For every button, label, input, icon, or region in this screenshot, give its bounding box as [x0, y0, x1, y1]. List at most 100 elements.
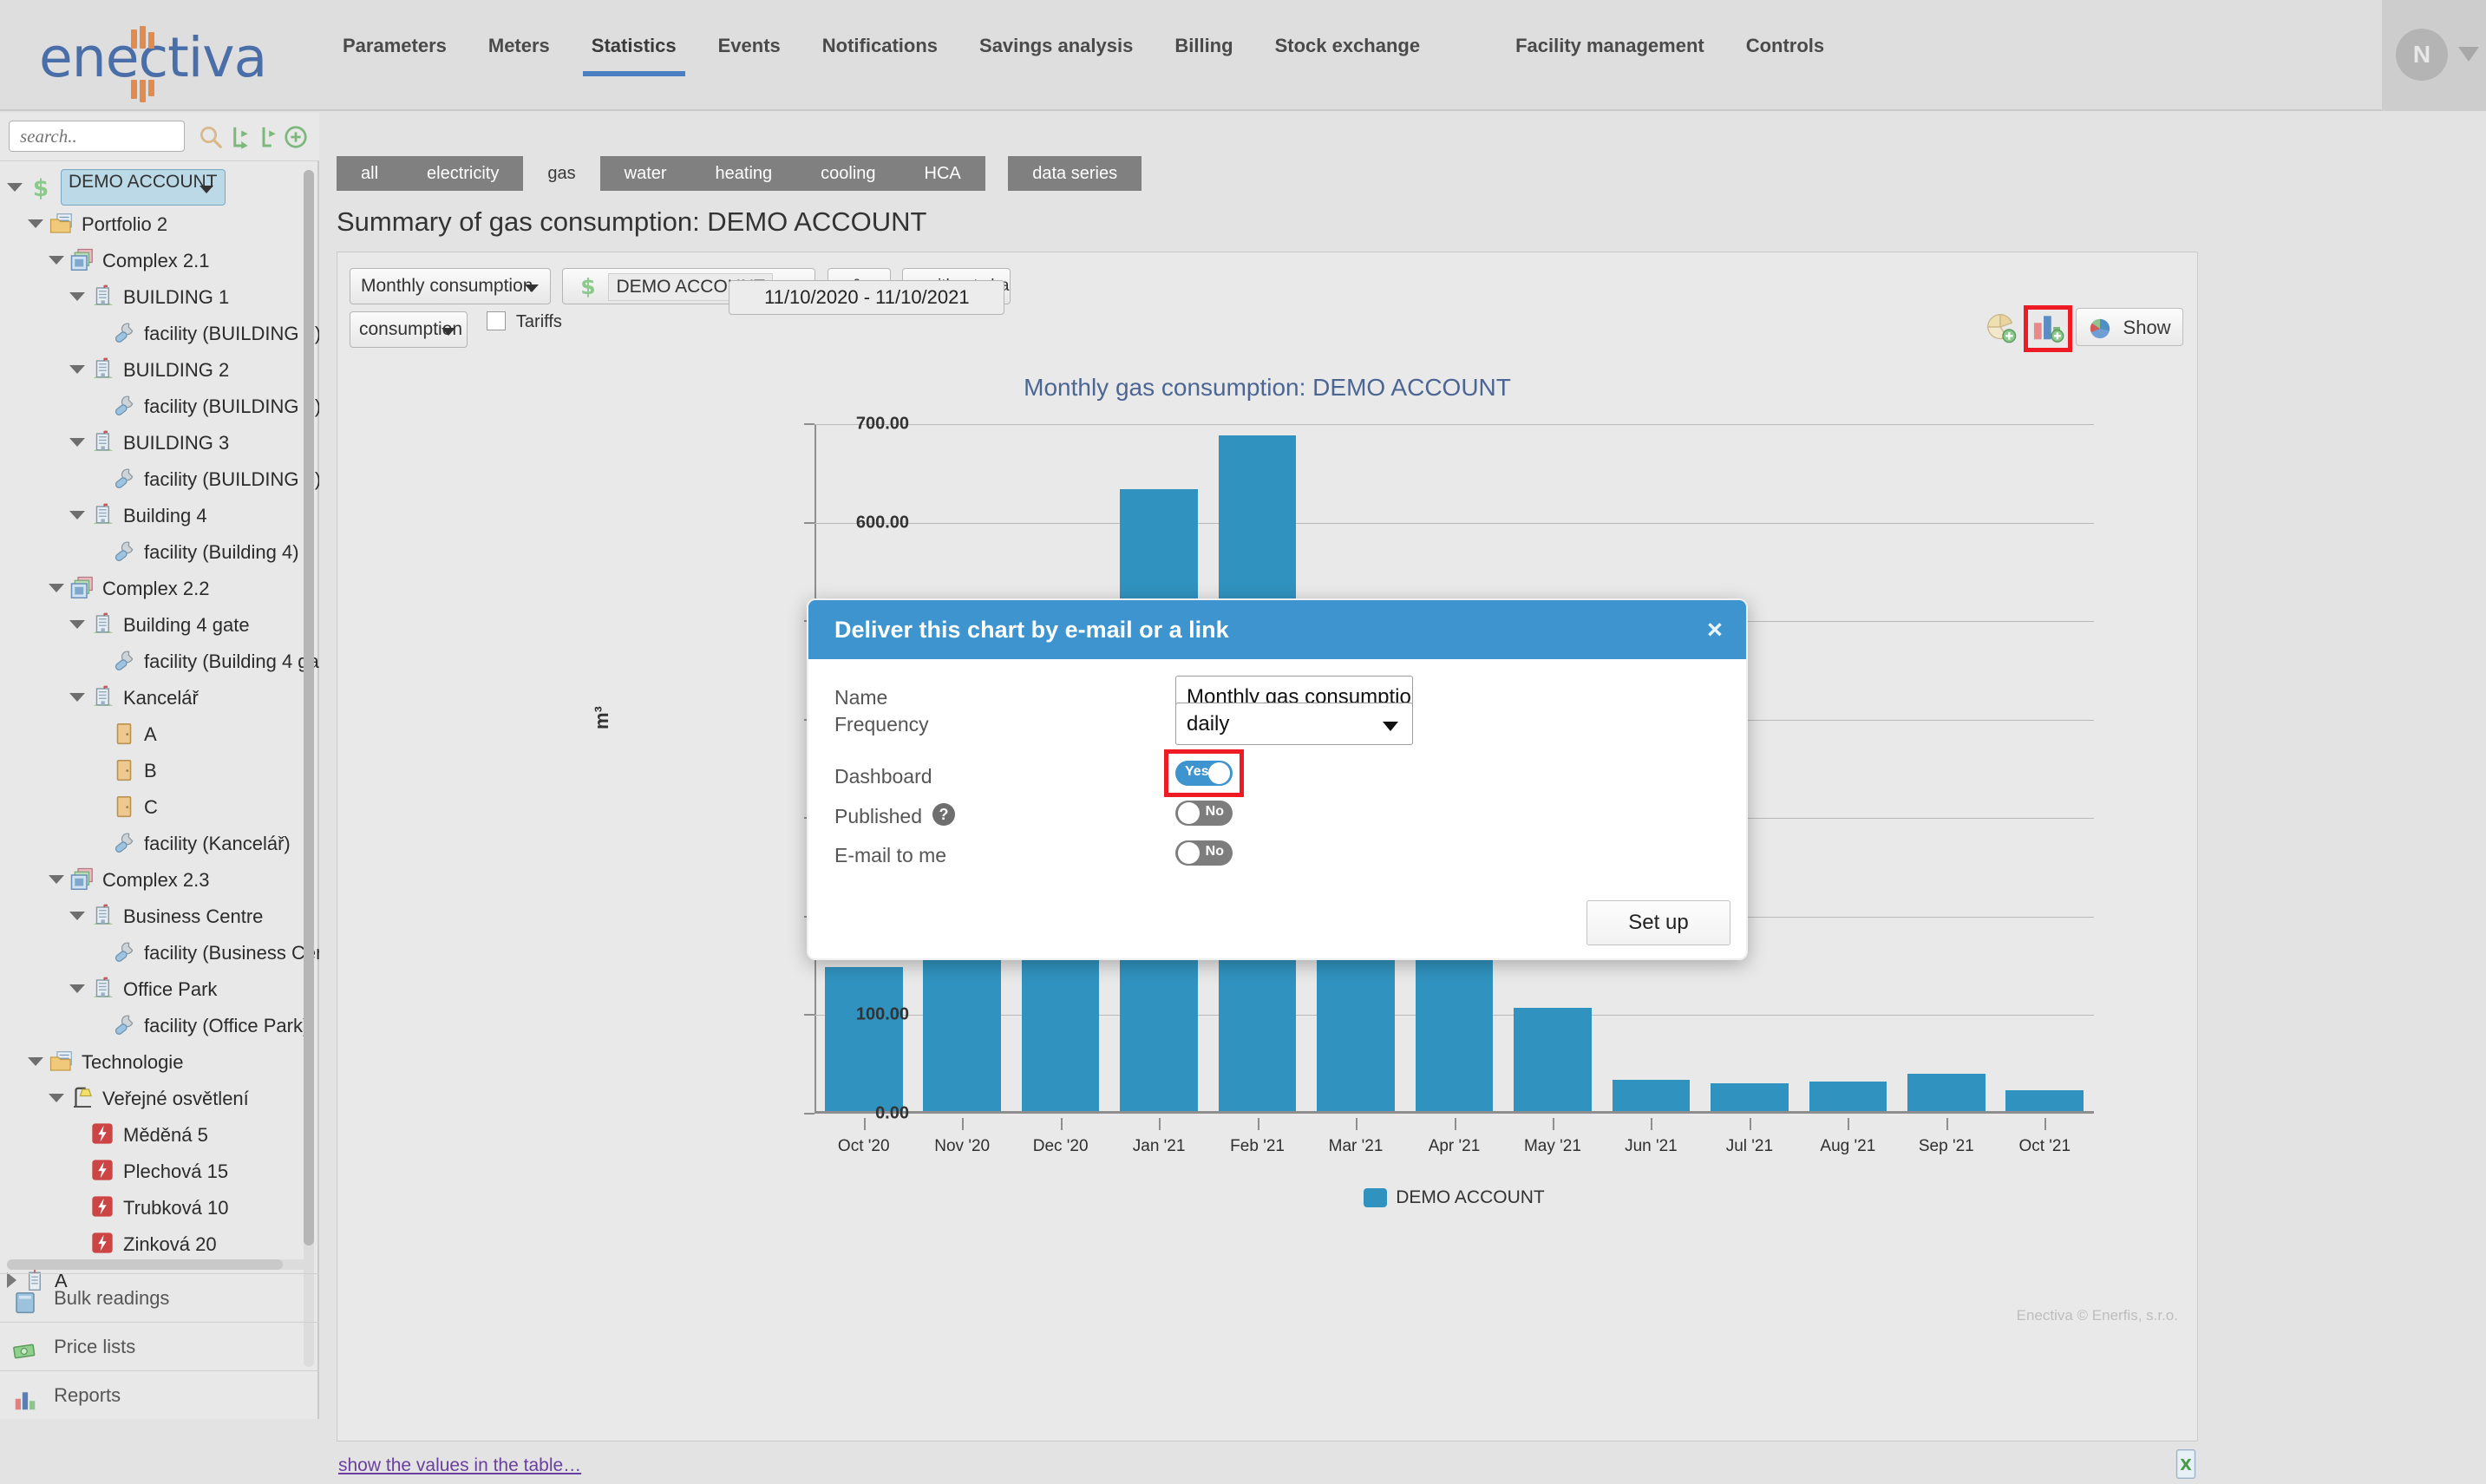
chart-bar[interactable]	[825, 967, 903, 1111]
excel-export-icon[interactable]: X	[2174, 1448, 2198, 1478]
tab-all[interactable]: all	[337, 156, 402, 191]
tree-node[interactable]: A	[0, 716, 319, 752]
nav-item-stock-exchange[interactable]: Stock exchange	[1275, 35, 1421, 76]
tree-node[interactable]: Building 4 gate	[0, 606, 319, 643]
tab-cooling[interactable]: cooling	[796, 156, 900, 191]
nav-item-statistics[interactable]: Statistics	[592, 35, 677, 76]
tree-node[interactable]: Building 4	[0, 497, 319, 533]
sidebar-horizontal-scrollbar[interactable]	[7, 1259, 309, 1270]
tree-node[interactable]: BUILDING 1	[0, 278, 319, 315]
nav-item-savings-analysis[interactable]: Savings analysis	[979, 35, 1133, 76]
search-input[interactable]	[9, 121, 185, 152]
show-values-table-link[interactable]: show the values in the table…	[338, 1455, 581, 1476]
tree-node[interactable]: facility (Building 4 gate)	[0, 643, 319, 679]
export-pie-icon[interactable]	[1982, 311, 2020, 347]
nav-item-controls[interactable]: Controls	[1746, 35, 1824, 76]
chevron-down-icon[interactable]	[69, 984, 85, 993]
chevron-down-icon[interactable]	[69, 365, 85, 374]
chevron-down-icon[interactable]	[49, 875, 64, 884]
entity-tree[interactable]: $DEMO ACCOUNTPortfolio 2Complex 2.1BUILD…	[0, 161, 319, 1372]
collapse-tree-icon[interactable]	[255, 124, 281, 150]
tree-node[interactable]: Veřejné osvětlení	[0, 1080, 319, 1116]
chart-bar[interactable]	[2005, 1090, 2084, 1111]
chevron-down-icon[interactable]	[69, 912, 85, 920]
search-icon[interactable]	[198, 124, 224, 150]
nav-item-parameters[interactable]: Parameters	[343, 35, 447, 76]
tree-node[interactable]: Complex 2.3	[0, 861, 319, 898]
user-menu[interactable]: N	[2382, 0, 2486, 111]
sidebar-vertical-scrollbar[interactable]	[304, 170, 314, 1367]
tree-node[interactable]: Technologie	[0, 1043, 319, 1080]
tree-node[interactable]: C	[0, 788, 319, 825]
sidebar-item-bulk-readings[interactable]: Bulk readings	[0, 1273, 319, 1322]
nav-item-facility-management[interactable]: Facility management	[1515, 35, 1704, 76]
add-to-dashboard-icon[interactable]	[2029, 311, 2067, 347]
tab-heating[interactable]: heating	[691, 156, 797, 191]
tree-node[interactable]: Trubková 10	[0, 1189, 319, 1226]
tree-node[interactable]: facility (Office Park)	[0, 1007, 319, 1043]
add-node-icon[interactable]	[283, 124, 309, 150]
tab-gas[interactable]: gas	[523, 156, 599, 191]
tree-node[interactable]: $DEMO ACCOUNT	[0, 169, 319, 206]
chevron-down-icon[interactable]	[7, 183, 23, 192]
measure-select[interactable]: consumption	[350, 311, 468, 348]
tariffs-checkbox[interactable]	[487, 311, 506, 330]
chevron-down-icon[interactable]	[2458, 47, 2479, 62]
date-range-input[interactable]: 11/10/2020 - 11/10/2021	[729, 280, 1004, 315]
email-toggle[interactable]: No	[1175, 840, 1233, 866]
tree-node[interactable]: Zinková 20	[0, 1226, 319, 1262]
tree-node[interactable]: Office Park	[0, 971, 319, 1007]
view-select[interactable]: Monthly consumption	[350, 268, 551, 304]
chevron-down-icon[interactable]	[69, 438, 85, 447]
tree-node[interactable]: facility (BUILDING 1)	[0, 315, 319, 351]
tree-node[interactable]: Business Centre	[0, 898, 319, 934]
chart-bar[interactable]	[1809, 1082, 1887, 1111]
chevron-down-icon[interactable]	[69, 620, 85, 629]
published-toggle[interactable]: No	[1175, 801, 1233, 826]
chevron-down-icon[interactable]	[49, 584, 64, 592]
tree-node[interactable]: Měděná 5	[0, 1116, 319, 1153]
nav-item-billing[interactable]: Billing	[1174, 35, 1233, 76]
sidebar-item-reports[interactable]: Reports	[0, 1370, 319, 1419]
chart-bar[interactable]	[1514, 1008, 1592, 1111]
tree-node[interactable]: facility (Building 4)	[0, 533, 319, 570]
legend-label[interactable]: DEMO ACCOUNT	[1396, 1187, 1545, 1208]
tab-water[interactable]: water	[600, 156, 691, 191]
tree-node[interactable]: Complex 2.2	[0, 570, 319, 606]
dashboard-toggle[interactable]: Yes	[1175, 761, 1233, 786]
tree-node[interactable]: BUILDING 3	[0, 424, 319, 461]
chevron-down-icon[interactable]	[28, 1057, 43, 1066]
tree-node[interactable]: Complex 2.1	[0, 242, 319, 278]
tree-node[interactable]: facility (BUILDING 3)	[0, 461, 319, 497]
show-button[interactable]: Show	[2076, 308, 2183, 346]
chevron-down-icon[interactable]	[49, 256, 64, 265]
tree-node[interactable]: facility (Kancelář)	[0, 825, 319, 861]
chevron-down-icon[interactable]	[69, 693, 85, 702]
close-icon[interactable]: ×	[1707, 614, 1723, 645]
avatar[interactable]: N	[2396, 29, 2448, 81]
tab-data-series[interactable]: data series	[1008, 156, 1142, 191]
chevron-down-icon[interactable]	[69, 292, 85, 301]
set-up-button[interactable]: Set up	[1586, 900, 1730, 945]
sidebar-item-price-lists[interactable]: Price lists	[0, 1322, 319, 1370]
nav-item-events[interactable]: Events	[718, 35, 781, 76]
chevron-down-icon[interactable]	[49, 1094, 64, 1102]
chart-bar[interactable]	[1711, 1083, 1789, 1111]
tree-node[interactable]: facility (Business Centre)	[0, 934, 319, 971]
nav-item-meters[interactable]: Meters	[488, 35, 550, 76]
tree-node[interactable]: Kancelář	[0, 679, 319, 716]
chevron-down-icon[interactable]	[28, 219, 43, 228]
chevron-down-icon[interactable]	[69, 511, 85, 520]
tree-node[interactable]: facility (BUILDING 2)	[0, 388, 319, 424]
chart-bar[interactable]	[1613, 1080, 1691, 1111]
chart-bar[interactable]	[1907, 1074, 1986, 1111]
tree-node[interactable]: Portfolio 2	[0, 206, 319, 242]
frequency-select[interactable]: daily	[1175, 703, 1413, 745]
app-logo[interactable]: enectiva	[39, 23, 291, 92]
published-help-icon[interactable]: ?	[932, 803, 955, 826]
tree-node[interactable]: Plechová 15	[0, 1153, 319, 1189]
tree-node[interactable]: BUILDING 2	[0, 351, 319, 388]
expand-tree-icon[interactable]	[227, 124, 253, 150]
tree-node[interactable]: B	[0, 752, 319, 788]
tab-hca[interactable]: HCA	[900, 156, 985, 191]
